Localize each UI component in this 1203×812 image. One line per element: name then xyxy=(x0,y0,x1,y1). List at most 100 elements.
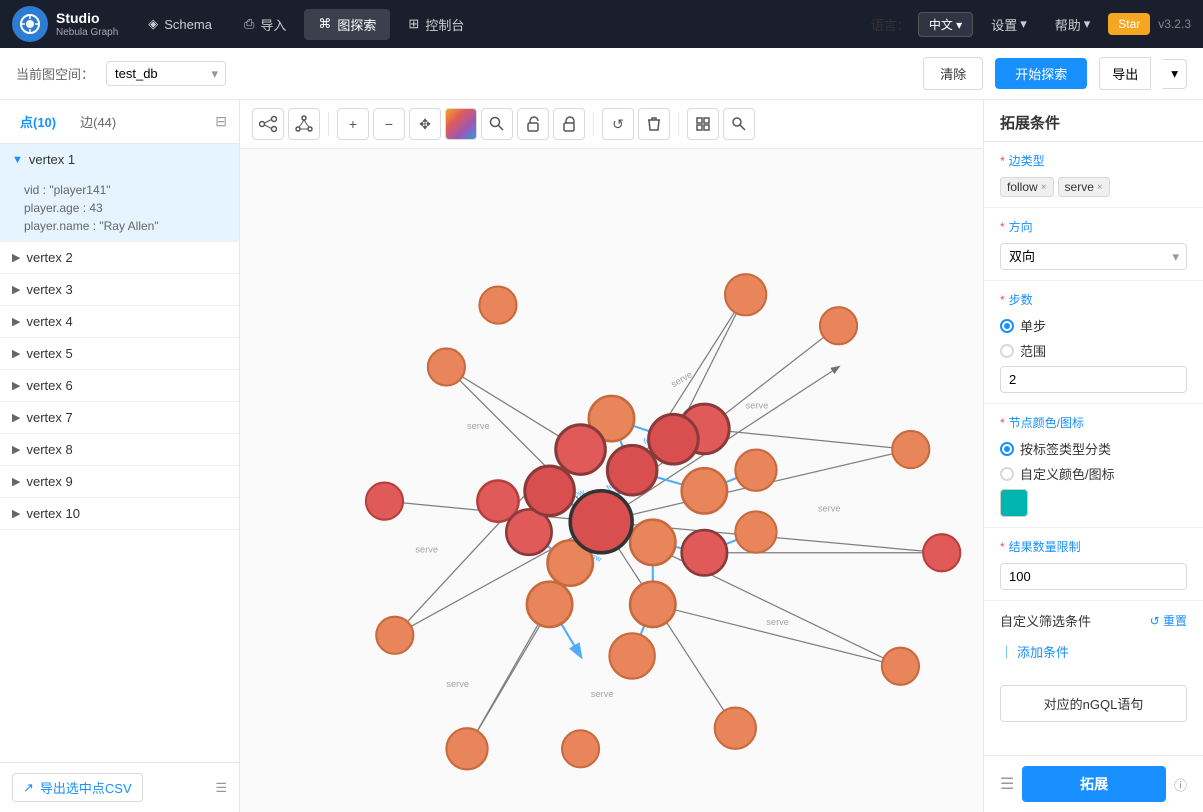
add-condition-button[interactable]: ｜ 添加条件 xyxy=(1000,638,1187,665)
zoom-in-button[interactable]: + xyxy=(337,108,369,140)
nav-help[interactable]: 帮助 ▾ xyxy=(1045,11,1101,38)
svg-text:serve: serve xyxy=(818,503,841,513)
left-panel: 点(10) 边(44) ⊟ ▼ vertex 1 vid : "player14… xyxy=(0,100,240,812)
vertex-10-header[interactable]: ▶ vertex 10 xyxy=(0,498,239,529)
node-color-section: 节点颜色/图标 按标签类型分类 自定义颜色/图标 xyxy=(984,404,1203,528)
node[interactable] xyxy=(892,431,929,468)
node[interactable] xyxy=(735,511,776,552)
footer-list-icon[interactable]: ☰ xyxy=(1000,774,1014,794)
vertex-8-header[interactable]: ▶ vertex 8 xyxy=(0,434,239,465)
vertex-9-header[interactable]: ▶ vertex 9 xyxy=(0,466,239,497)
node[interactable] xyxy=(428,348,465,385)
pan-button[interactable]: ✥ xyxy=(409,108,441,140)
tab-edges[interactable]: 边(44) xyxy=(72,108,124,135)
reset-filter-link[interactable]: ↺ 重置 xyxy=(1150,612,1187,629)
lang-selector[interactable]: 中文 ▾ xyxy=(918,12,973,37)
node[interactable] xyxy=(609,633,654,678)
color-swatch[interactable] xyxy=(1000,489,1028,517)
lock-button[interactable] xyxy=(553,108,585,140)
edge-tag-serve[interactable]: serve × xyxy=(1058,177,1110,197)
nav-console[interactable]: ⊞ 控制台 xyxy=(394,9,478,40)
node[interactable] xyxy=(630,582,675,627)
tab-settings-icon[interactable]: ⊟ xyxy=(215,113,227,130)
tag-close-icon[interactable]: × xyxy=(1097,182,1103,193)
expand-arrow-icon: ▶ xyxy=(12,283,20,296)
svg-text:serve: serve xyxy=(746,400,769,410)
vertex-6-header[interactable]: ▶ vertex 6 xyxy=(0,370,239,401)
custom-color-option[interactable]: 自定义颜色/图标 xyxy=(1000,464,1187,483)
step-range-option[interactable]: 范围 xyxy=(1000,341,1187,360)
node[interactable] xyxy=(376,617,413,654)
node[interactable] xyxy=(649,414,699,464)
undo-button[interactable]: ↺ xyxy=(602,108,634,140)
nav-schema[interactable]: ◈ Schema xyxy=(134,10,226,38)
expand-button[interactable]: 拓展 xyxy=(1022,766,1166,802)
export-dropdown-arrow[interactable]: ▾ xyxy=(1163,59,1187,89)
node[interactable] xyxy=(725,274,766,315)
list-item: ▶ vertex 3 xyxy=(0,274,239,306)
node[interactable] xyxy=(366,483,403,520)
result-limit-input[interactable] xyxy=(1000,563,1187,590)
node[interactable] xyxy=(820,307,857,344)
node[interactable] xyxy=(715,708,756,749)
export-button[interactable]: 导出 xyxy=(1099,57,1151,90)
fulltext-search-button[interactable] xyxy=(723,108,755,140)
clear-button[interactable]: 清除 xyxy=(923,57,983,90)
node[interactable] xyxy=(562,730,599,767)
vertex-1-header[interactable]: ▼ vertex 1 xyxy=(0,144,239,175)
toolbar-divider xyxy=(328,112,329,136)
node[interactable] xyxy=(923,534,960,571)
connect-nodes-button[interactable] xyxy=(252,108,284,140)
node[interactable] xyxy=(682,468,727,513)
star-button[interactable]: Star xyxy=(1108,13,1150,35)
footer-info-icon[interactable]: ⓘ xyxy=(1174,775,1187,794)
step-single-option[interactable]: 单步 xyxy=(1000,316,1187,335)
color-radio-group: 按标签类型分类 自定义颜色/图标 xyxy=(1000,439,1187,483)
search-in-graph-button[interactable] xyxy=(481,108,513,140)
node[interactable] xyxy=(882,648,919,685)
node[interactable] xyxy=(527,582,572,627)
ngql-button[interactable]: 对应的nGQL语句 xyxy=(1000,685,1187,722)
tag-close-icon[interactable]: × xyxy=(1041,182,1047,193)
vertex-2-header[interactable]: ▶ vertex 2 xyxy=(0,242,239,273)
node[interactable] xyxy=(556,425,606,475)
vertex-4-header[interactable]: ▶ vertex 4 xyxy=(0,306,239,337)
step-value-input[interactable] xyxy=(1000,366,1187,393)
export-csv-button[interactable]: ↗ 导出选中点CSV xyxy=(12,773,143,802)
layout-button[interactable] xyxy=(288,108,320,140)
node[interactable] xyxy=(607,445,657,495)
lock-open-button[interactable] xyxy=(517,108,549,140)
list-toggle-icon[interactable]: ☰ xyxy=(215,780,227,796)
zoom-out-button[interactable]: − xyxy=(373,108,405,140)
graph-area[interactable]: serve serve serve serve serve serve serv… xyxy=(240,149,983,812)
vertex-7-header[interactable]: ▶ vertex 7 xyxy=(0,402,239,433)
nav-explore[interactable]: ⌘ 图探索 xyxy=(304,9,390,40)
color-by-tag-option[interactable]: 按标签类型分类 xyxy=(1000,439,1187,458)
start-explore-button[interactable]: 开始探索 xyxy=(995,58,1087,89)
vertex-5-header[interactable]: ▶ vertex 5 xyxy=(0,338,239,369)
direction-selector[interactable]: 双向 出边 入边 xyxy=(1000,243,1187,270)
node[interactable] xyxy=(682,530,727,575)
grid-button[interactable] xyxy=(687,108,719,140)
canvas-toolbar: + − ✥ ↺ xyxy=(240,100,983,149)
radio-checked-icon xyxy=(1000,442,1014,456)
color-picker-button[interactable] xyxy=(445,108,477,140)
list-item: ▶ vertex 2 xyxy=(0,242,239,274)
node[interactable] xyxy=(446,728,487,769)
node[interactable] xyxy=(525,466,575,516)
vertex-prop: player.name : "Ray Allen" xyxy=(24,217,227,235)
logo-area: Studio Nebula Graph xyxy=(12,6,118,42)
node[interactable] xyxy=(735,450,776,491)
node[interactable] xyxy=(479,286,516,323)
edge-tag-follow[interactable]: follow × xyxy=(1000,177,1054,197)
nav-settings[interactable]: 设置 ▾ xyxy=(981,11,1037,38)
center-node[interactable] xyxy=(570,491,632,553)
vertex-1-details: vid : "player141" player.age : 43 player… xyxy=(0,175,239,241)
space-selector[interactable]: test_db xyxy=(106,61,226,86)
graph-svg: serve serve serve serve serve serve serv… xyxy=(240,149,983,812)
node[interactable] xyxy=(630,520,675,565)
vertex-3-header[interactable]: ▶ vertex 3 xyxy=(0,274,239,305)
tab-nodes[interactable]: 点(10) xyxy=(12,108,64,135)
delete-button[interactable] xyxy=(638,108,670,140)
nav-import[interactable]: ⎙ 导入 xyxy=(230,9,300,40)
